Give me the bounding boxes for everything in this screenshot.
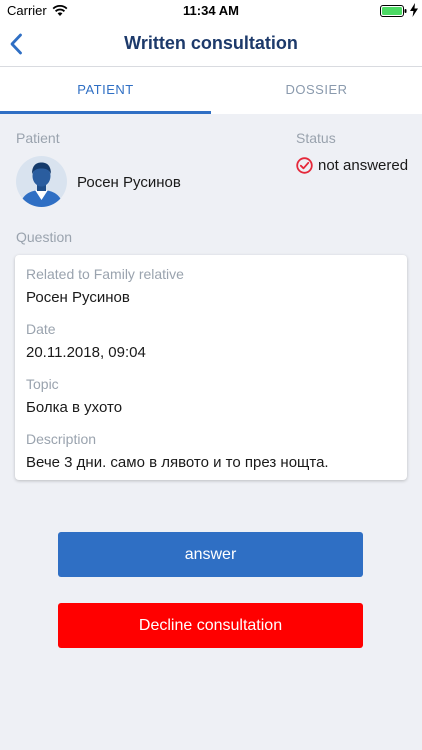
active-tab-indicator <box>0 111 211 114</box>
question-section-label: Question <box>16 229 73 245</box>
answer-button[interactable]: answer <box>58 532 363 577</box>
page-title: Written consultation <box>124 33 298 53</box>
status-section-label: Status <box>296 130 336 146</box>
charging-icon <box>410 3 418 17</box>
battery-icon <box>380 5 407 17</box>
clock-label: 11:34 AM <box>183 3 239 18</box>
patient-section-label: Patient <box>16 130 60 146</box>
date-value: 20.11.2018, 09:04 <box>26 344 146 361</box>
decline-consultation-button[interactable]: Decline consultation <box>58 603 363 648</box>
nav-bar: Written consultation <box>0 22 422 67</box>
topic-label: Topic <box>26 376 59 392</box>
related-to-label: Related to Family relative <box>26 266 184 282</box>
related-to-value: Росен Русинов <box>26 289 130 306</box>
tab-bar: PATIENT DOSSIER <box>0 67 422 114</box>
description-value: Вече 3 дни. само в лявото и то през нощт… <box>26 454 329 471</box>
description-label: Description <box>26 431 97 447</box>
user-avatar <box>16 156 67 207</box>
status-value: not answered <box>318 157 409 174</box>
tab-dossier[interactable]: DOSSIER <box>211 67 422 114</box>
question-card: Related to Family relative Росен Русинов… <box>15 255 407 480</box>
tab-patient[interactable]: PATIENT <box>0 67 211 114</box>
date-label: Date <box>26 321 56 337</box>
check-circle-icon <box>296 157 313 174</box>
patient-name: Росен Русинов <box>77 174 181 191</box>
status-bar: Carrier 11:34 AM <box>0 0 422 22</box>
topic-value: Болка в ухото <box>26 399 123 416</box>
